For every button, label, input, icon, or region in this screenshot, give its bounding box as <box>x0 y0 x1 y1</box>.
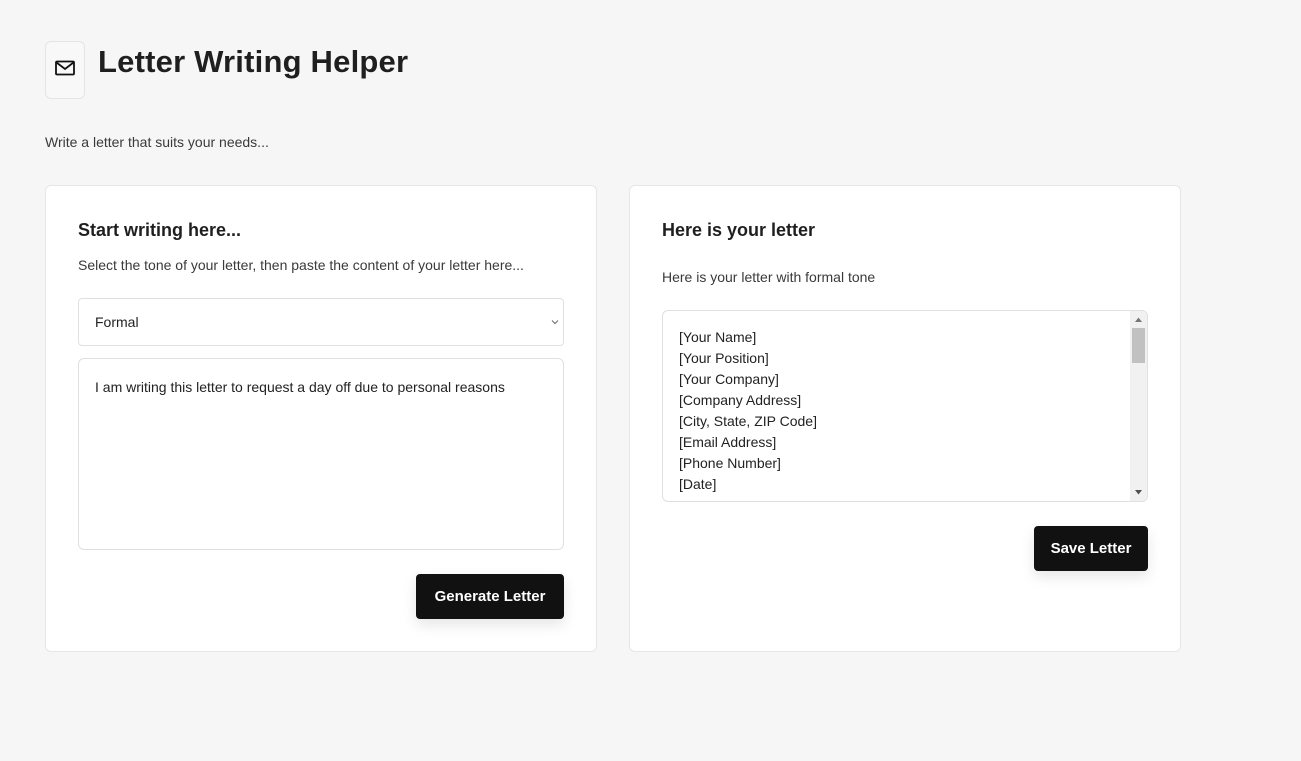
letter-line: [Your Name] <box>679 329 757 345</box>
mail-icon <box>55 60 75 81</box>
letter-line: [Email Address] <box>679 434 777 450</box>
chevron-down-icon <box>551 319 559 325</box>
scroll-down-arrow-icon[interactable] <box>1130 484 1147 501</box>
vertical-scrollbar[interactable] <box>1130 311 1147 501</box>
logo-box <box>45 41 85 99</box>
letter-line: [Your Company] <box>679 371 779 387</box>
output-card-title: Here is your letter <box>662 220 816 240</box>
letter-content-textarea[interactable]: I am writing this letter to request a da… <box>78 358 564 550</box>
letter-line: [Company Address] <box>679 392 802 408</box>
output-card: Here is your letter Here is your letter … <box>629 185 1181 652</box>
generate-letter-button[interactable]: Generate Letter <box>416 574 564 619</box>
tone-select[interactable]: Formal <box>78 298 564 346</box>
generated-letter-box[interactable]: [Your Name] [Your Position] [Your Compan… <box>662 310 1148 502</box>
generated-letter-lines: [Your Name] [Your Position] [Your Compan… <box>679 327 817 495</box>
scroll-up-arrow-icon[interactable] <box>1130 311 1147 328</box>
input-card: Start writing here... Select the tone of… <box>45 185 597 652</box>
save-letter-button[interactable]: Save Letter <box>1034 526 1148 571</box>
letter-line: [Date] <box>679 476 717 492</box>
tone-select-value: Formal <box>95 314 139 330</box>
app-header: Letter Writing Helper <box>45 41 408 99</box>
letter-line: [Phone Number] <box>679 455 781 471</box>
input-card-title: Start writing here... <box>78 220 242 240</box>
letter-line: [City, State, ZIP Code] <box>679 413 817 429</box>
page-title: Letter Writing Helper <box>98 44 409 79</box>
letter-line: [Your Position] <box>679 350 769 366</box>
output-card-description: Here is your letter with formal tone <box>662 269 876 285</box>
scrollbar-thumb[interactable] <box>1132 328 1145 363</box>
input-card-description: Select the tone of your letter, then pas… <box>78 257 524 273</box>
page-subtitle: Write a letter that suits your needs... <box>45 134 269 150</box>
